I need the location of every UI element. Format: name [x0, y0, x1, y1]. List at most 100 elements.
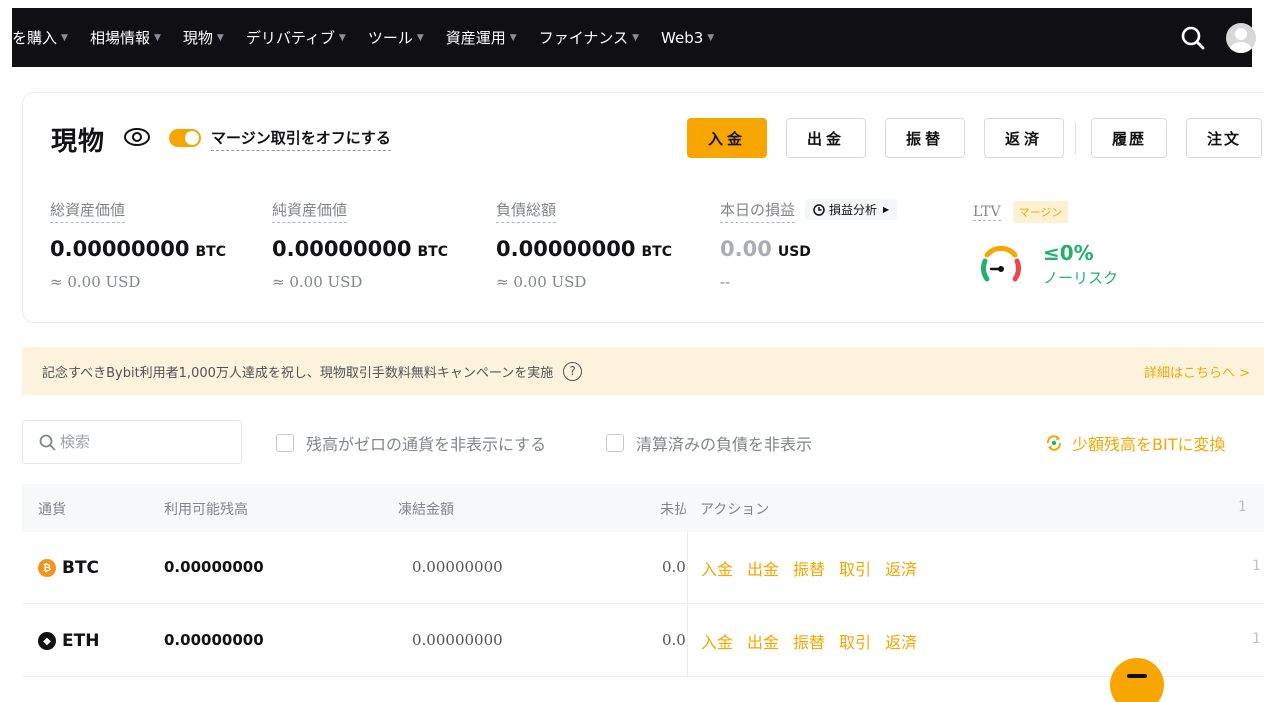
- checkbox-label: 清算済みの負債を非表示: [636, 435, 813, 454]
- bitcoin-icon: ₿: [38, 559, 56, 577]
- caret-down-icon: ▼: [632, 32, 640, 43]
- banner-text: 記念すべきBybit利用者1,000万人達成を祝し、現物取引手数料無料キャンペー…: [42, 365, 554, 381]
- play-icon: ▶: [883, 205, 890, 214]
- currency-cell[interactable]: ◆ ETH: [38, 631, 99, 651]
- margin-badge: マージン: [1012, 201, 1069, 223]
- deposit-link[interactable]: 入金: [701, 629, 733, 653]
- avatar[interactable]: [1226, 22, 1256, 53]
- repay-link[interactable]: 返済: [885, 556, 917, 580]
- history-button[interactable]: 履歴: [1091, 118, 1167, 158]
- search-input[interactable]: [60, 433, 240, 451]
- checkbox-label: 残高がゼロの通貨を非表示にする: [306, 435, 547, 454]
- page-title: 現物: [51, 127, 106, 157]
- nav-item-label: 現物: [182, 29, 213, 47]
- eye-icon[interactable]: [123, 126, 151, 148]
- column-header-available[interactable]: 利用可能残高: [164, 499, 248, 519]
- deposit-link[interactable]: 入金: [701, 556, 733, 580]
- transfer-link[interactable]: 振替: [793, 556, 825, 580]
- nav-item-label: ファイナンス: [538, 29, 629, 47]
- clock-icon: [813, 203, 825, 216]
- unpaid-amount: 0.00000000: [662, 558, 688, 576]
- hide-zero-balance-checkbox[interactable]: 残高がゼロの通貨を非表示にする: [276, 431, 546, 455]
- risk-gauge-icon: [980, 245, 1022, 282]
- deposit-button[interactable]: 入金: [687, 118, 767, 158]
- stat-label[interactable]: 純資産価値: [272, 199, 348, 223]
- toggle-knob: [185, 131, 199, 145]
- stat-usd-equivalent: ≈ 0.00 USD: [272, 273, 363, 291]
- nav-right: [1180, 8, 1256, 67]
- checkbox[interactable]: [276, 434, 294, 452]
- stat-usd-equivalent: ≈ 0.00 USD: [50, 273, 141, 291]
- frozen-amount: 0.00000000: [412, 631, 503, 649]
- stat-label[interactable]: 負債総額: [496, 199, 557, 223]
- checkbox[interactable]: [606, 434, 624, 452]
- caret-down-icon: ▼: [216, 32, 224, 43]
- column-header-frozen[interactable]: 凍結金額: [398, 499, 454, 519]
- trade-link[interactable]: 取引: [839, 556, 871, 580]
- withdraw-button[interactable]: 出金: [786, 118, 866, 158]
- caret-down-icon: ▼: [61, 32, 68, 43]
- repay-button[interactable]: 返済: [984, 118, 1064, 158]
- column-header-unpaid[interactable]: 未払: [660, 499, 686, 519]
- frozen-amount: 0.00000000: [412, 558, 503, 576]
- nav-item-label: デリバティブ: [245, 29, 335, 47]
- trade-link[interactable]: 取引: [839, 629, 871, 653]
- repay-link[interactable]: 返済: [885, 629, 917, 653]
- orders-button[interactable]: 注文: [1186, 118, 1262, 158]
- nav-item-web3[interactable]: Web3 ▼: [661, 29, 714, 47]
- ltv-section: LTV マージン ≤0% ノーリスク: [973, 201, 1118, 287]
- stat-header: 本日の損益 損益分析 ▶: [720, 199, 898, 223]
- unpaid-amount: 0.00000000: [662, 631, 688, 649]
- nav-item-label: を購入: [12, 29, 58, 47]
- spot-summary-card: 現物 マージン取引をオフにする 入金 出金 振替 返済 履歴 注文 総資産価値 …: [22, 92, 1264, 323]
- withdraw-link[interactable]: 出金: [747, 629, 779, 653]
- stat-net-assets: 純資産価値 0.00000000 BTC ≈ 0.00 USD: [272, 199, 448, 291]
- caret-down-icon: ▼: [509, 32, 517, 43]
- help-icon[interactable]: ?: [563, 361, 583, 381]
- stat-label[interactable]: 本日の損益: [720, 199, 796, 223]
- banner-details-link[interactable]: 詳細はこちらへ >: [1144, 362, 1250, 381]
- nav-item-market[interactable]: 相場情報 ▼: [90, 27, 161, 48]
- transfer-link[interactable]: 振替: [793, 629, 825, 653]
- currency-cell[interactable]: ₿ BTC: [38, 558, 99, 578]
- divider: [1075, 122, 1076, 154]
- ltv-label[interactable]: LTV: [973, 204, 1001, 221]
- nav-item-earn[interactable]: 資産運用 ▼: [446, 27, 517, 48]
- campaign-banner: 記念すべきBybit利用者1,000万人達成を祝し、現物取引手数料無料キャンペー…: [22, 347, 1264, 395]
- margin-toggle[interactable]: [169, 129, 201, 147]
- table-row: ₿ BTC 0.00000000 0.00000000 0.00000000 入金…: [22, 532, 1264, 604]
- stat-today-pnl: 本日の損益 損益分析 ▶ 0.00 USD --: [720, 199, 898, 291]
- currency-symbol: BTC: [62, 558, 100, 578]
- stat-label[interactable]: 総資産価値: [50, 199, 126, 223]
- column-header-currency[interactable]: 通貨: [38, 499, 66, 519]
- caret-down-icon: ▼: [416, 32, 424, 43]
- available-balance: 0.00000000: [164, 631, 264, 649]
- chat-icon: [1127, 674, 1147, 678]
- pnl-analysis-button[interactable]: 損益分析 ▶: [805, 199, 898, 220]
- available-balance: 0.00000000: [164, 558, 264, 576]
- stat-value: 0.00000000 BTC: [496, 237, 672, 261]
- currency-symbol: ETH: [62, 631, 100, 651]
- table-header: 通貨 利用可能残高 凍結金額 未払 アクション 1: [22, 484, 1264, 532]
- stat-amount: 0.00000000: [496, 237, 636, 261]
- nav-item-finance[interactable]: ファイナンス ▼: [539, 27, 639, 48]
- nav-item-buy[interactable]: を購入 ▼: [12, 27, 68, 48]
- transfer-button[interactable]: 振替: [885, 118, 965, 158]
- row-actions: 入金 出金 振替 取引 返済: [687, 605, 931, 677]
- nav-item-label: 相場情報: [89, 29, 150, 47]
- convert-icon: [1046, 435, 1062, 451]
- margin-toggle-label[interactable]: マージン取引をオフにする: [211, 127, 391, 151]
- hide-settled-debt-checkbox[interactable]: 清算済みの負債を非表示: [606, 431, 812, 455]
- nav-item-derivatives[interactable]: デリバティブ ▼: [246, 27, 346, 48]
- nav-item-label: 資産運用: [445, 29, 506, 47]
- nav-item-spot[interactable]: 現物 ▼: [183, 27, 224, 48]
- stat-usd-equivalent: ≈ 0.00 USD: [496, 273, 587, 291]
- search-icon[interactable]: [1180, 25, 1206, 51]
- search-field: [22, 420, 242, 464]
- convert-small-balance-button[interactable]: 少額残高をBITに変換: [1044, 431, 1225, 455]
- withdraw-link[interactable]: 出金: [747, 556, 779, 580]
- stat-unit: BTC: [641, 244, 672, 260]
- nav-item-tools[interactable]: ツール ▼: [368, 27, 424, 48]
- caret-down-icon: ▼: [338, 32, 346, 43]
- trailing-cell: 1: [1252, 631, 1261, 647]
